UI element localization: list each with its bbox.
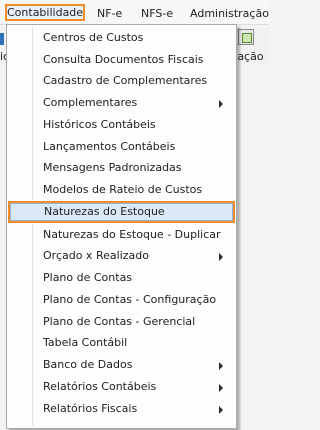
menu-item[interactable]: Banco de Dados [8, 354, 233, 376]
importacao-icon[interactable] [238, 29, 254, 45]
menu-item[interactable]: Lançamentos Contábeis [8, 136, 233, 158]
menu-item[interactable]: Centros de Custos [8, 27, 233, 49]
menu-item[interactable]: Históricos Contábeis [8, 114, 233, 136]
submenu-arrow-icon [219, 100, 223, 108]
menu-item[interactable]: Cadastro de Complementares [8, 70, 233, 92]
menu-contabilidade[interactable]: Contabilidade [5, 4, 85, 21]
menu-item-label: Orçado x Realizado [43, 249, 149, 262]
menu-item-label: Naturezas do Estoque - Duplicar [43, 228, 221, 241]
menu-item-label: Complementares [43, 96, 138, 109]
menu-item-label: Tabela Contábil [43, 336, 128, 349]
menu-bar: Contabilidade NF-e NFS-e Administração [0, 0, 269, 25]
menu-item[interactable]: Plano de Contas - Configuração [8, 289, 233, 311]
menu-item[interactable]: Naturezas do Estoque - Duplicar [8, 224, 233, 246]
toolbar-right-label[interactable]: tação [233, 50, 264, 63]
menu-item-label: Plano de Contas - Configuração [43, 293, 217, 306]
menu-item-label: Plano de Contas - Gerencial [43, 315, 196, 328]
menu-item[interactable]: Plano de Contas [8, 267, 233, 289]
submenu-arrow-icon [219, 253, 223, 261]
menu-item-label: Naturezas do Estoque [44, 205, 165, 218]
menu-item[interactable]: Tabela Contábil [8, 332, 233, 354]
toolbar-left-icon [0, 33, 4, 45]
menu-item-label: Históricos Contábeis [43, 118, 156, 131]
menu-nfe[interactable]: NF-e [97, 7, 122, 20]
menu-item-label: Relatórios Contábeis [43, 380, 157, 393]
menu-item[interactable]: Mensagens Padronizadas [8, 157, 233, 179]
submenu-arrow-icon [219, 384, 223, 392]
menu-item[interactable]: Modelos de Rateio de Custos [8, 179, 233, 201]
menu-item[interactable]: Relatórios Fiscais [8, 398, 233, 420]
menu-item-label: Consulta Documentos Fiscais [43, 53, 204, 66]
contabilidade-dropdown-menu: Centros de Custos Consulta Documentos Fis… [6, 24, 237, 429]
menu-item-label: Mensagens Padronizadas [43, 161, 182, 174]
menu-item[interactable]: Naturezas do Estoque [8, 201, 235, 223]
menu-item-label: Cadastro de Complementares [43, 74, 208, 87]
menu-item-label: Relatórios Fiscais [43, 402, 138, 415]
menu-item-label: Centros de Custos [43, 31, 144, 44]
submenu-arrow-icon [219, 362, 223, 370]
menu-nfse[interactable]: NFS-e [141, 7, 173, 20]
menu-item-label: Banco de Dados [43, 358, 133, 371]
menu-item[interactable]: Consulta Documentos Fiscais [8, 49, 233, 71]
menu-item[interactable]: Orçado x Realizado [8, 245, 233, 267]
submenu-arrow-icon [219, 406, 223, 414]
menu-item[interactable]: Plano de Contas - Gerencial [8, 311, 233, 333]
menu-administracao[interactable]: Administração [190, 7, 269, 20]
menu-item[interactable]: Relatórios Contábeis [8, 376, 233, 398]
menu-item-label: Plano de Contas [43, 271, 133, 284]
menu-item-label: Modelos de Rateio de Custos [43, 183, 203, 196]
menu-item-label: Lançamentos Contábeis [43, 140, 176, 153]
menu-item[interactable]: Complementares [8, 92, 233, 114]
